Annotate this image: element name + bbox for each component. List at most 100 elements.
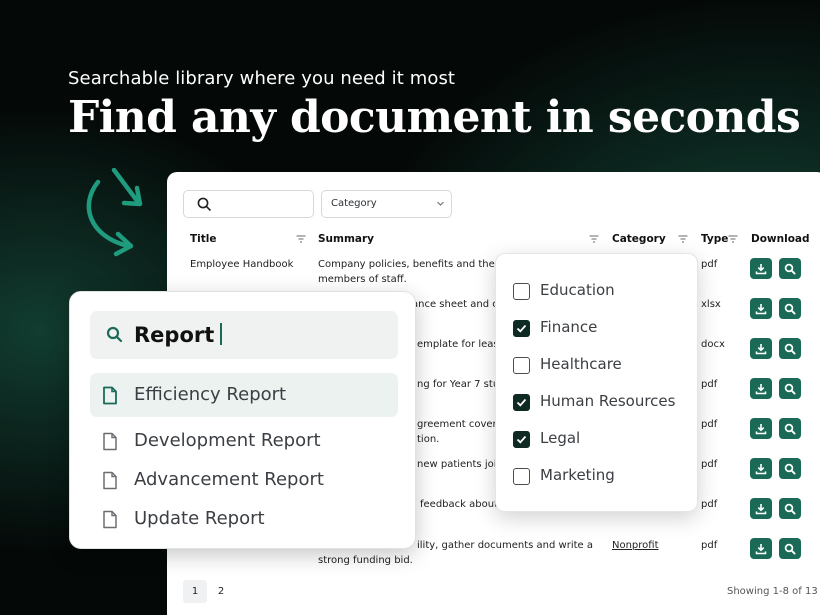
hero-title: Find any document in seconds <box>68 92 801 143</box>
page-button-2[interactable]: 2 <box>209 580 233 603</box>
preview-button[interactable] <box>779 418 801 439</box>
magnifier-icon <box>784 263 796 275</box>
search-result-item[interactable]: Efficiency Report <box>90 373 398 417</box>
file-icon <box>103 432 117 451</box>
download-button[interactable] <box>750 298 772 319</box>
preview-button[interactable] <box>779 338 801 359</box>
download-button[interactable] <box>750 538 772 559</box>
download-button[interactable] <box>750 498 772 519</box>
download-button[interactable] <box>750 258 772 279</box>
preview-button[interactable] <box>779 298 801 319</box>
header-type: Type <box>701 233 729 245</box>
category-option-label: Legal <box>540 429 581 447</box>
pagination-status: Showing 1-8 of 13 <box>727 586 818 597</box>
checkbox[interactable] <box>513 283 530 300</box>
row-type: xlsx <box>701 299 721 310</box>
download-icon <box>755 463 767 474</box>
row-summary: feedback about <box>420 499 498 510</box>
search-query-text: Report <box>134 323 215 347</box>
chevron-down-icon <box>437 201 444 206</box>
category-option-label: Finance <box>540 318 598 336</box>
search-result-item[interactable]: Advancement Report <box>90 458 398 502</box>
row-type: pdf <box>701 459 718 470</box>
row-summary: strong funding bid. <box>318 555 413 566</box>
category-option-label: Marketing <box>540 466 615 484</box>
row-summary: ance sheet and c <box>412 299 498 310</box>
row-type: pdf <box>701 379 718 390</box>
checkbox[interactable] <box>513 357 530 374</box>
magnifier-icon <box>784 423 796 435</box>
header-summary: Summary <box>318 233 375 245</box>
checkmark-icon <box>516 398 527 407</box>
search-result-item[interactable]: Development Report <box>90 419 398 463</box>
filter-icon[interactable] <box>728 235 738 243</box>
text-caret <box>220 323 223 345</box>
row-summary: new patients join <box>417 459 503 470</box>
preview-button[interactable] <box>779 498 801 519</box>
magnifier-icon <box>784 303 796 315</box>
row-title: Employee Handbook <box>190 259 294 270</box>
table-search-input[interactable] <box>218 194 308 214</box>
row-summary: emplate for leasi <box>417 339 502 350</box>
row-type: pdf <box>701 419 718 430</box>
search-result-label: Efficiency Report <box>134 384 287 405</box>
download-button[interactable] <box>750 338 772 359</box>
download-icon <box>755 543 767 554</box>
category-option-label: Education <box>540 281 615 299</box>
magnifier-icon <box>784 463 796 475</box>
header-download: Download <box>751 233 810 245</box>
row-summary: greement coverin <box>417 419 506 430</box>
search-icon <box>106 326 123 343</box>
header-category: Category <box>612 233 666 245</box>
download-icon <box>755 503 767 514</box>
row-type: docx <box>701 339 725 350</box>
download-icon <box>755 303 767 314</box>
checkbox-checked[interactable] <box>513 431 530 448</box>
search-result-label: Advancement Report <box>134 469 324 490</box>
search-result-label: Update Report <box>134 508 265 529</box>
row-category-link[interactable]: Nonprofit <box>612 538 659 553</box>
hero-subtitle: Searchable library where you need it mos… <box>68 68 456 89</box>
category-select[interactable]: Category <box>321 190 452 218</box>
file-icon <box>103 386 117 405</box>
curved-arrow-icon <box>86 168 143 257</box>
row-summary: ng for Year 7 stu <box>417 379 500 390</box>
filter-icon[interactable] <box>678 235 688 243</box>
search-result-item[interactable]: Update Report <box>90 497 398 541</box>
category-option-label: Healthcare <box>540 355 622 373</box>
magnifier-icon <box>784 503 796 515</box>
checkmark-icon <box>516 324 527 333</box>
magnifier-icon <box>784 543 796 555</box>
preview-button[interactable] <box>779 458 801 479</box>
search-input[interactable]: Report <box>90 311 398 359</box>
download-button[interactable] <box>750 418 772 439</box>
category-option-label: Human Resources <box>540 392 676 410</box>
filter-icon[interactable] <box>296 235 306 243</box>
magnifier-icon <box>784 343 796 355</box>
checkbox-checked[interactable] <box>513 394 530 411</box>
header-title: Title <box>190 233 217 245</box>
checkbox-checked[interactable] <box>513 320 530 337</box>
category-dropdown: Education Finance Healthcare Human Resou… <box>495 253 698 512</box>
category-select-label: Category <box>331 198 377 209</box>
search-icon <box>197 197 211 211</box>
file-icon <box>103 510 117 529</box>
search-query: Report <box>134 323 223 347</box>
preview-button[interactable] <box>779 538 801 559</box>
row-summary: Company policies, benefits and the co <box>318 259 510 270</box>
preview-button[interactable] <box>779 258 801 279</box>
download-button[interactable] <box>750 378 772 399</box>
row-type: pdf <box>701 259 718 270</box>
page-button-1[interactable]: 1 <box>183 580 207 603</box>
preview-button[interactable] <box>779 378 801 399</box>
table-search-box[interactable] <box>183 190 314 218</box>
download-button[interactable] <box>750 458 772 479</box>
search-result-label: Development Report <box>134 430 321 451</box>
filter-icon[interactable] <box>589 235 599 243</box>
download-icon <box>755 383 767 394</box>
row-summary: ility, gather documents and write a <box>417 540 593 551</box>
row-summary: members of staff. <box>318 274 407 285</box>
checkbox[interactable] <box>513 468 530 485</box>
search-popup: Report Efficiency Report Development Rep… <box>69 291 416 549</box>
row-type: pdf <box>701 540 718 551</box>
